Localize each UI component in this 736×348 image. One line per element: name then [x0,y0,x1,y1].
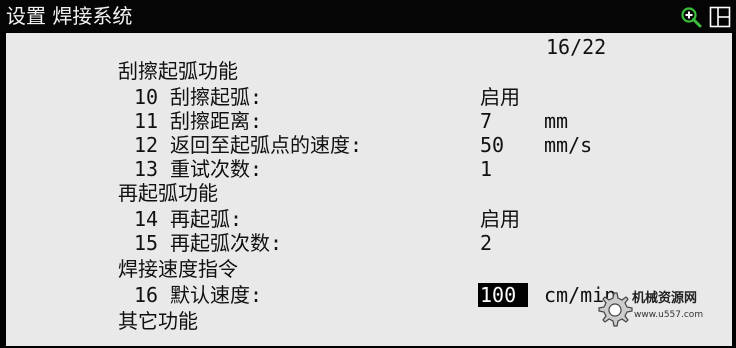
item-unit: mm [544,109,569,133]
item-number: 12 [134,133,159,157]
item-label-return-speed[interactable]: 返回至起弧点的速度: [170,133,362,157]
item-value-restart-count[interactable]: 2 [480,231,492,255]
item-label-restart[interactable]: 再起弧: [170,207,242,231]
item-label-retry-count[interactable]: 重试次数: [170,157,262,181]
watermark-name: 机械资源网 [632,291,698,306]
item-value-restart[interactable]: 启用 [480,207,520,231]
title-bar: 设置 焊接系统 [0,0,736,32]
section-header-restart: 再起弧功能 [118,181,218,205]
watermark: 机械资源网 www.u557.com [594,283,734,343]
item-value-retry-count[interactable]: 1 [480,157,492,181]
item-number: 16 [134,283,159,307]
item-unit: mm/s [544,133,593,157]
section-header-weld-speed: 焊接速度指令 [118,257,238,281]
item-label-scratch-distance[interactable]: 刮擦距离: [170,109,262,133]
item-number: 11 [134,109,159,133]
section-header-other: 其它功能 [118,309,198,333]
settings-panel: 16/22 刮擦起弧功能 10 刮擦起弧: 启用 11 刮擦距离: 7 mm 1… [6,33,732,346]
item-number: 15 [134,231,159,255]
item-value-scratch-start[interactable]: 启用 [480,85,520,109]
teach-pendant-window: 设置 焊接系统 16/22 刮擦起弧功能 10 刮擦起弧: 启用 11 刮擦距离… [0,0,736,348]
gear-icon [598,292,633,327]
item-value-return-speed[interactable]: 50 [480,133,504,157]
item-number: 14 [134,207,159,231]
item-label-scratch-start[interactable]: 刮擦起弧: [170,85,262,109]
layout-split-icon[interactable] [709,6,731,28]
window-title: 设置 焊接系统 [6,4,133,28]
section-header-scratch-start: 刮擦起弧功能 [118,59,238,83]
item-value-default-speed-selected[interactable]: 100 [478,283,529,307]
page-indicator: 16/22 [546,35,607,59]
item-value-scratch-distance[interactable]: 7 [480,109,492,133]
item-label-restart-count[interactable]: 再起弧次数: [170,231,282,255]
watermark-url: www.u557.com [634,310,704,320]
item-number: 13 [134,157,159,181]
zoom-in-icon[interactable] [680,6,702,28]
item-label-default-speed[interactable]: 默认速度: [170,283,262,307]
item-number: 10 [134,85,159,109]
